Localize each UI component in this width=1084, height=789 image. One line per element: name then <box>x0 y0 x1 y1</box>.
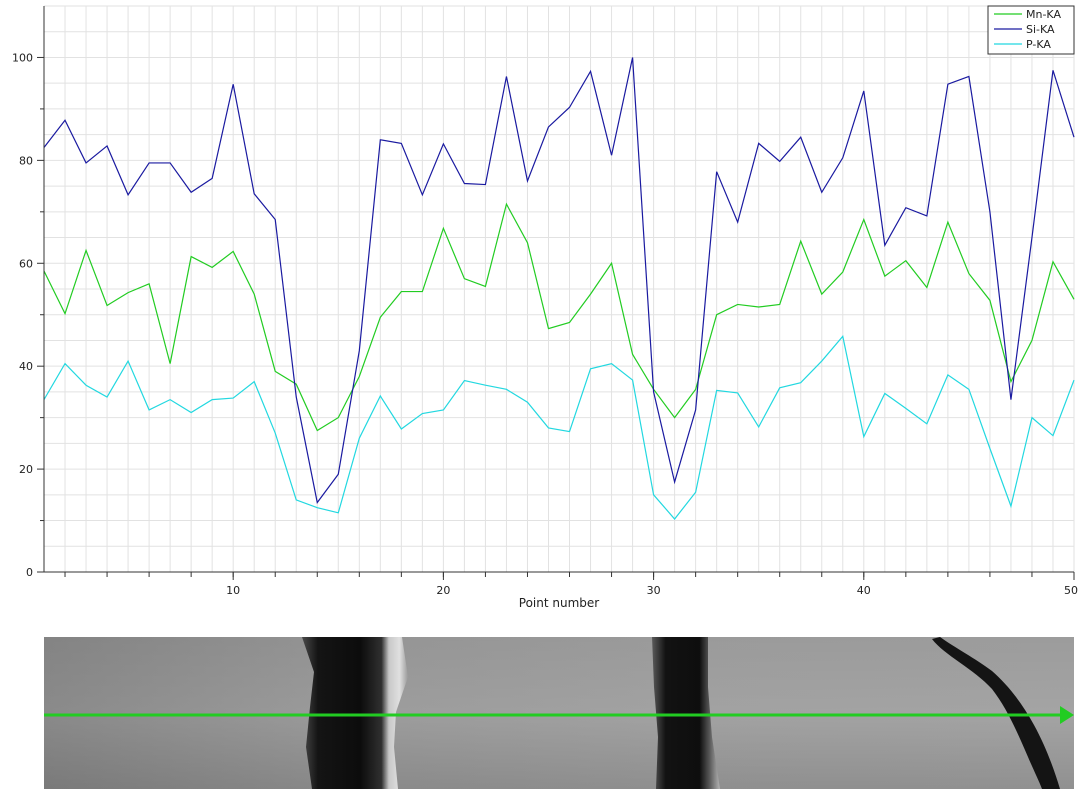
y-tick-label: 20 <box>19 463 33 476</box>
sem-line-scan-image <box>44 637 1074 789</box>
chart-grid <box>44 5 1075 572</box>
x-tick-label: 10 <box>226 584 240 597</box>
legend-label: P-KA <box>1026 38 1051 51</box>
y-tick-label: 60 <box>19 257 33 270</box>
x-tick-label: 20 <box>436 584 450 597</box>
chart-legend: Mn-KA Si-KA P-KA <box>987 5 1075 55</box>
dark-band-1 <box>302 637 408 789</box>
y-tick-label: 40 <box>19 360 33 373</box>
x-tick-label: 50 <box>1064 584 1078 597</box>
y-tick-label: 100 <box>12 51 33 64</box>
legend-label: Si-KA <box>1026 23 1055 36</box>
x-tick-label: 30 <box>647 584 661 597</box>
legend-label: Mn-KA <box>1026 8 1061 21</box>
x-tick-label: 40 <box>857 584 871 597</box>
micrograph-drawing <box>44 637 1074 789</box>
y-tick-label: 0 <box>26 566 33 579</box>
x-axis-title: Point number <box>519 596 600 610</box>
y-tick-label: 80 <box>19 154 33 167</box>
line-chart: 10 20 30 40 50 0 20 40 60 80 100 Point number Mn-K… <box>12 5 1078 610</box>
